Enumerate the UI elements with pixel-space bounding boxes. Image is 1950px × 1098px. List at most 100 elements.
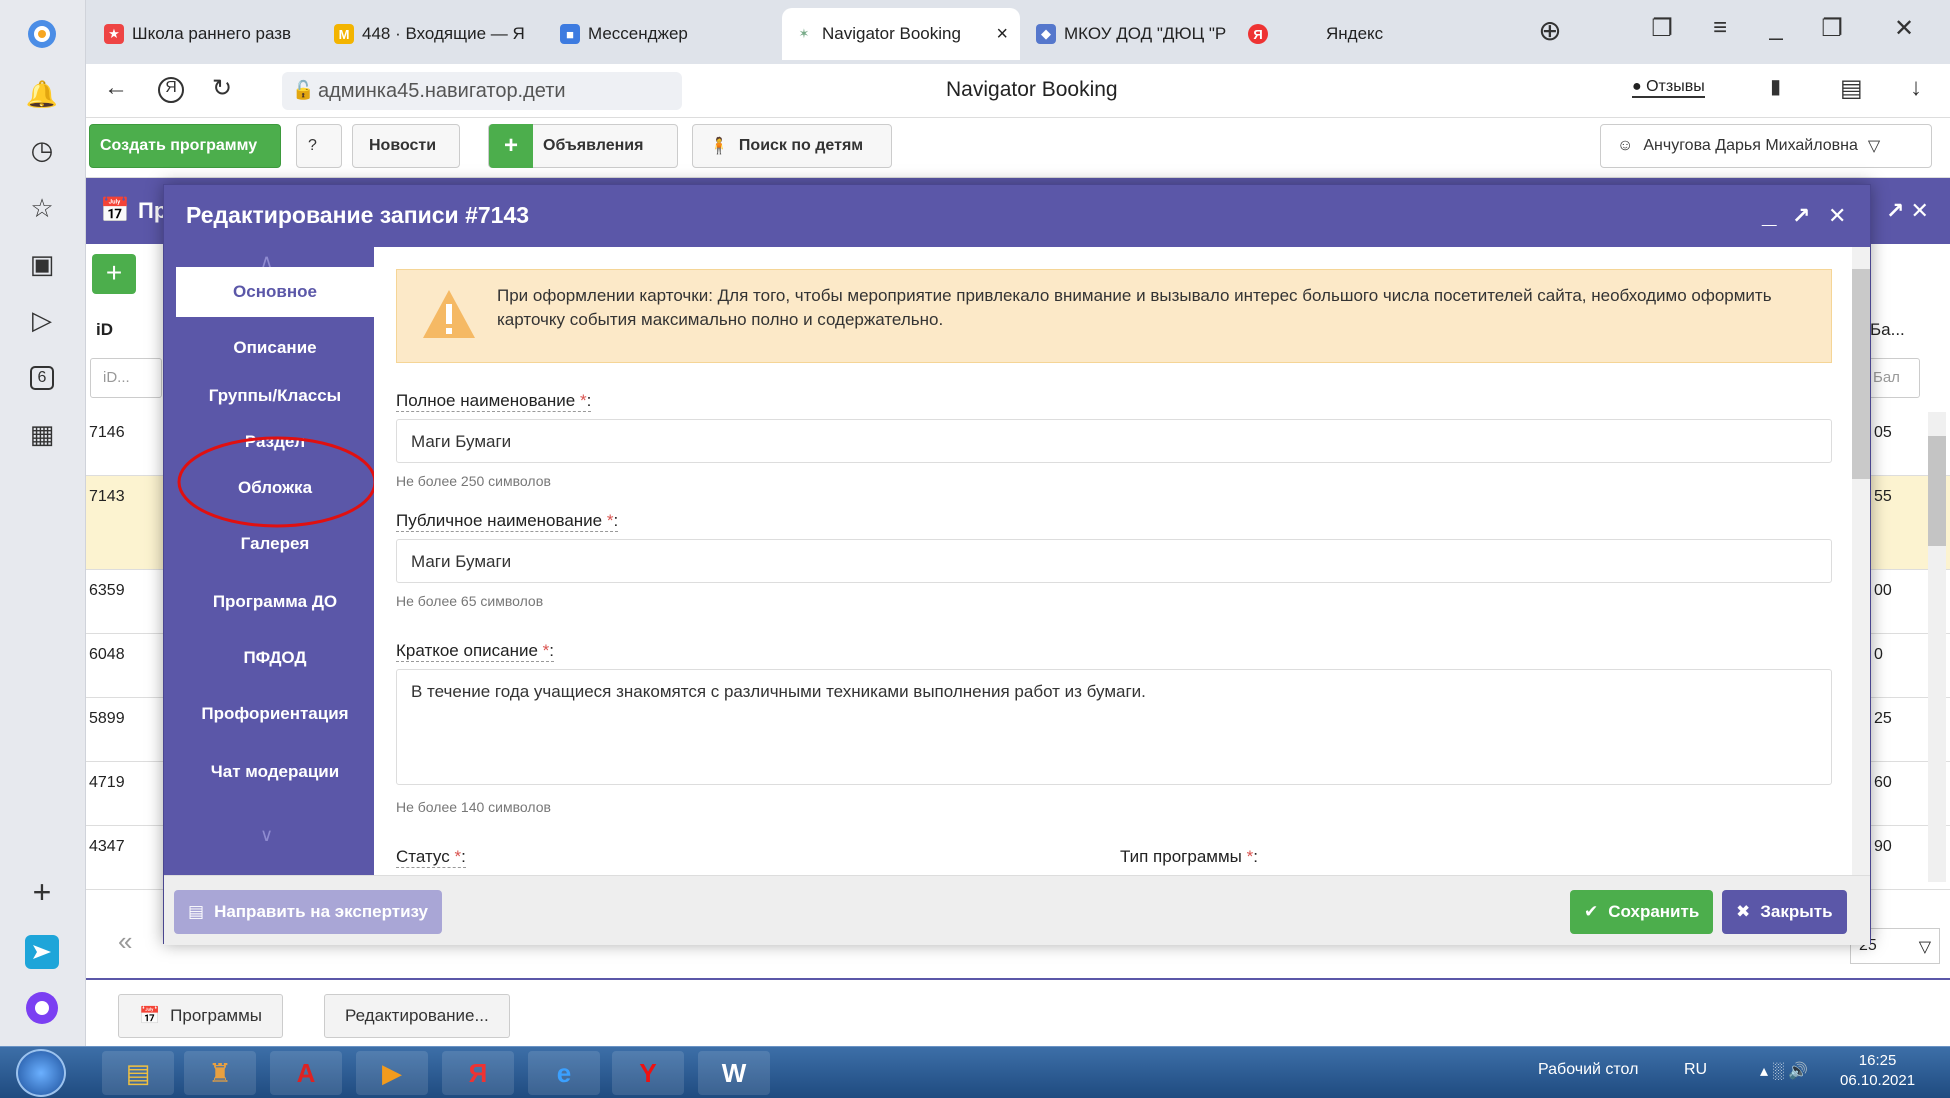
clock-date: 06.10.2021 <box>1840 1072 1916 1089</box>
menu-icon[interactable]: ≡ <box>1700 14 1740 42</box>
tab-mkou[interactable]: ◆ МКОУ ДОД "ДЮЦ "Р <box>1024 8 1234 60</box>
yandex-browser-logo-icon[interactable] <box>22 14 62 54</box>
side-scroll-down-icon[interactable]: ∨ <box>260 825 273 846</box>
full-name-label: Полное наименование *: <box>396 391 592 412</box>
short-desc-textarea[interactable]: В течение года учащиеся знакомятся с раз… <box>396 669 1832 785</box>
announcements-button[interactable]: + Объявления <box>488 124 678 168</box>
alice-assistant-icon[interactable] <box>22 988 62 1028</box>
list-scrollbar[interactable] <box>1928 412 1946 882</box>
desktop-toolbar-label[interactable]: Рабочий стол <box>1538 1061 1638 1079</box>
internet-explorer-icon[interactable]: e <box>528 1051 600 1095</box>
programs-window-button[interactable]: 📅 Программы <box>118 994 284 1038</box>
reviews-label: Отзывы <box>1646 78 1705 95</box>
search-children-button[interactable]: 🧍 Поиск по детям <box>692 124 892 168</box>
news-button[interactable]: Новости <box>352 124 460 168</box>
full-name-hint: Не более 250 символов <box>396 473 551 489</box>
download-icon[interactable]: ↓ <box>1910 74 1922 102</box>
clock[interactable]: 16:25 06.10.2021 <box>1840 1051 1915 1091</box>
row-value: 90 <box>1874 838 1892 855</box>
announcements-label: Объявления <box>543 137 644 154</box>
short-desc-label: Краткое описание *: <box>396 641 555 662</box>
list-scrollbar-thumb[interactable] <box>1928 436 1946 546</box>
row-id: 4719 <box>89 774 125 791</box>
status-label: Статус *: <box>396 847 466 868</box>
url-text: админка45.навигатор.дети <box>318 79 566 102</box>
tab-close-icon[interactable]: × <box>996 23 1008 46</box>
camera-icon[interactable]: ▦ <box>22 414 62 454</box>
language-indicator[interactable]: RU <box>1684 1061 1707 1079</box>
modal-maximize-icon[interactable]: ↗ <box>1792 203 1810 229</box>
tab-yandex[interactable]: Я Яндекс <box>1236 8 1476 60</box>
app-icon[interactable]: ♜ <box>184 1051 256 1095</box>
modal-minimize-icon[interactable]: _ <box>1762 199 1776 230</box>
calendar-badge-icon[interactable]: 6 <box>22 358 62 398</box>
side-item-moderation-chat[interactable]: Чат модерации <box>176 747 374 797</box>
side-item-pfdod[interactable]: ПФДОД <box>176 633 374 683</box>
modal-scrollbar-thumb[interactable] <box>1852 269 1870 479</box>
close-button[interactable]: ✖ Закрыть <box>1722 890 1847 934</box>
save-button[interactable]: ✔ Сохранить <box>1570 890 1714 934</box>
side-item-groups[interactable]: Группы/Классы <box>176 371 374 421</box>
tab-mail[interactable]: M 448 · Входящие — Я <box>322 8 544 60</box>
side-item-description[interactable]: Описание <box>176 323 374 373</box>
row-value: 05 <box>1874 424 1892 441</box>
bookmark-icon[interactable]: ▮ <box>1770 74 1781 99</box>
yandex-y-icon[interactable]: Y <box>612 1051 684 1095</box>
add-panel-icon[interactable]: + <box>22 872 62 912</box>
tab-navigator-booking[interactable]: ✶ Navigator Booking × <box>782 8 1020 60</box>
send-to-expertise-button[interactable]: ▤ Направить на экспертизу <box>174 890 443 934</box>
history-clock-icon[interactable]: ◷ <box>22 130 62 170</box>
side-item-main[interactable]: Основное <box>176 267 374 317</box>
mail-icon: M <box>334 24 354 44</box>
editing-window-button[interactable]: Редактирование... <box>324 994 510 1038</box>
start-button[interactable] <box>16 1049 66 1097</box>
play-video-icon[interactable]: ▷ <box>22 300 62 340</box>
yandex-home-icon[interactable]: Я <box>158 77 184 103</box>
messenger-icon[interactable] <box>22 932 62 972</box>
reload-icon[interactable]: ↻ <box>212 74 232 103</box>
close-window-icon[interactable]: ✕ <box>1884 14 1924 43</box>
row-value: 0 <box>1874 646 1883 663</box>
row-id: 7143 <box>89 488 125 505</box>
help-icon[interactable]: ? <box>296 124 342 168</box>
side-item-career[interactable]: Профориентация <box>176 689 374 739</box>
user-menu-button[interactable]: ☺ Анчугова Дарья Михайловна ▽ <box>1600 124 1932 168</box>
row-id: 5899 <box>89 710 125 727</box>
calendar-icon: 📅 <box>139 1006 161 1025</box>
full-name-value: Маги Бумаги <box>411 432 512 451</box>
bookmarks-star-icon[interactable]: ☆ <box>22 188 62 228</box>
create-program-button[interactable]: Создать программу <box>89 124 281 168</box>
pager-first-icon[interactable]: « <box>118 926 132 957</box>
child-figure-icon: 🧍 <box>709 138 729 155</box>
row-value: 55 <box>1874 488 1892 505</box>
full-name-input[interactable]: Маги Бумаги <box>396 419 1832 463</box>
reviews-button[interactable]: ● Отзывы <box>1632 78 1705 98</box>
send-to-expertise-label: Направить на экспертизу <box>214 902 429 921</box>
media-player-icon[interactable]: ▶ <box>356 1051 428 1095</box>
window-controls[interactable]: ↗ ✕ <box>1886 198 1929 224</box>
network-volume-icons[interactable]: ▴ ░ 🔊 <box>1760 1061 1808 1081</box>
yandex-browser-taskbar-icon[interactable]: Я <box>442 1051 514 1095</box>
restore-icon[interactable]: ❐ <box>1812 14 1852 43</box>
collections-icon[interactable]: ▣ <box>22 244 62 284</box>
public-name-input[interactable]: Маги Бумаги <box>396 539 1832 583</box>
url-field[interactable]: 🔓 админка45.навигатор.дети <box>282 72 682 110</box>
minimize-icon[interactable]: _ <box>1756 14 1796 42</box>
tab-label: Яндекс <box>1326 24 1384 43</box>
modal-scrollbar[interactable] <box>1852 247 1870 875</box>
notifications-bell-icon[interactable]: 🔔 <box>22 74 62 114</box>
word-icon[interactable]: W <box>698 1051 770 1095</box>
explorer-icon[interactable]: ▤ <box>102 1051 174 1095</box>
add-program-button[interactable]: + <box>92 254 136 294</box>
tabs-list-icon[interactable]: ❐ <box>1642 14 1682 43</box>
id-filter-input[interactable]: iD... <box>90 358 162 398</box>
back-arrow-icon[interactable]: ← <box>104 74 128 102</box>
tab-messenger[interactable]: ■ Мессенджер <box>548 8 778 60</box>
modal-close-icon[interactable]: ✕ <box>1828 203 1846 229</box>
side-item-program[interactable]: Программа ДО <box>176 577 374 627</box>
reading-mode-icon[interactable]: ▤ <box>1840 74 1863 103</box>
acrobat-icon[interactable]: A <box>270 1051 342 1095</box>
right-filter-input[interactable]: Бал <box>1866 358 1920 398</box>
new-tab-icon[interactable]: ⊕ <box>1530 14 1570 47</box>
tab-school[interactable]: ★ Школа раннего разв <box>92 8 318 60</box>
